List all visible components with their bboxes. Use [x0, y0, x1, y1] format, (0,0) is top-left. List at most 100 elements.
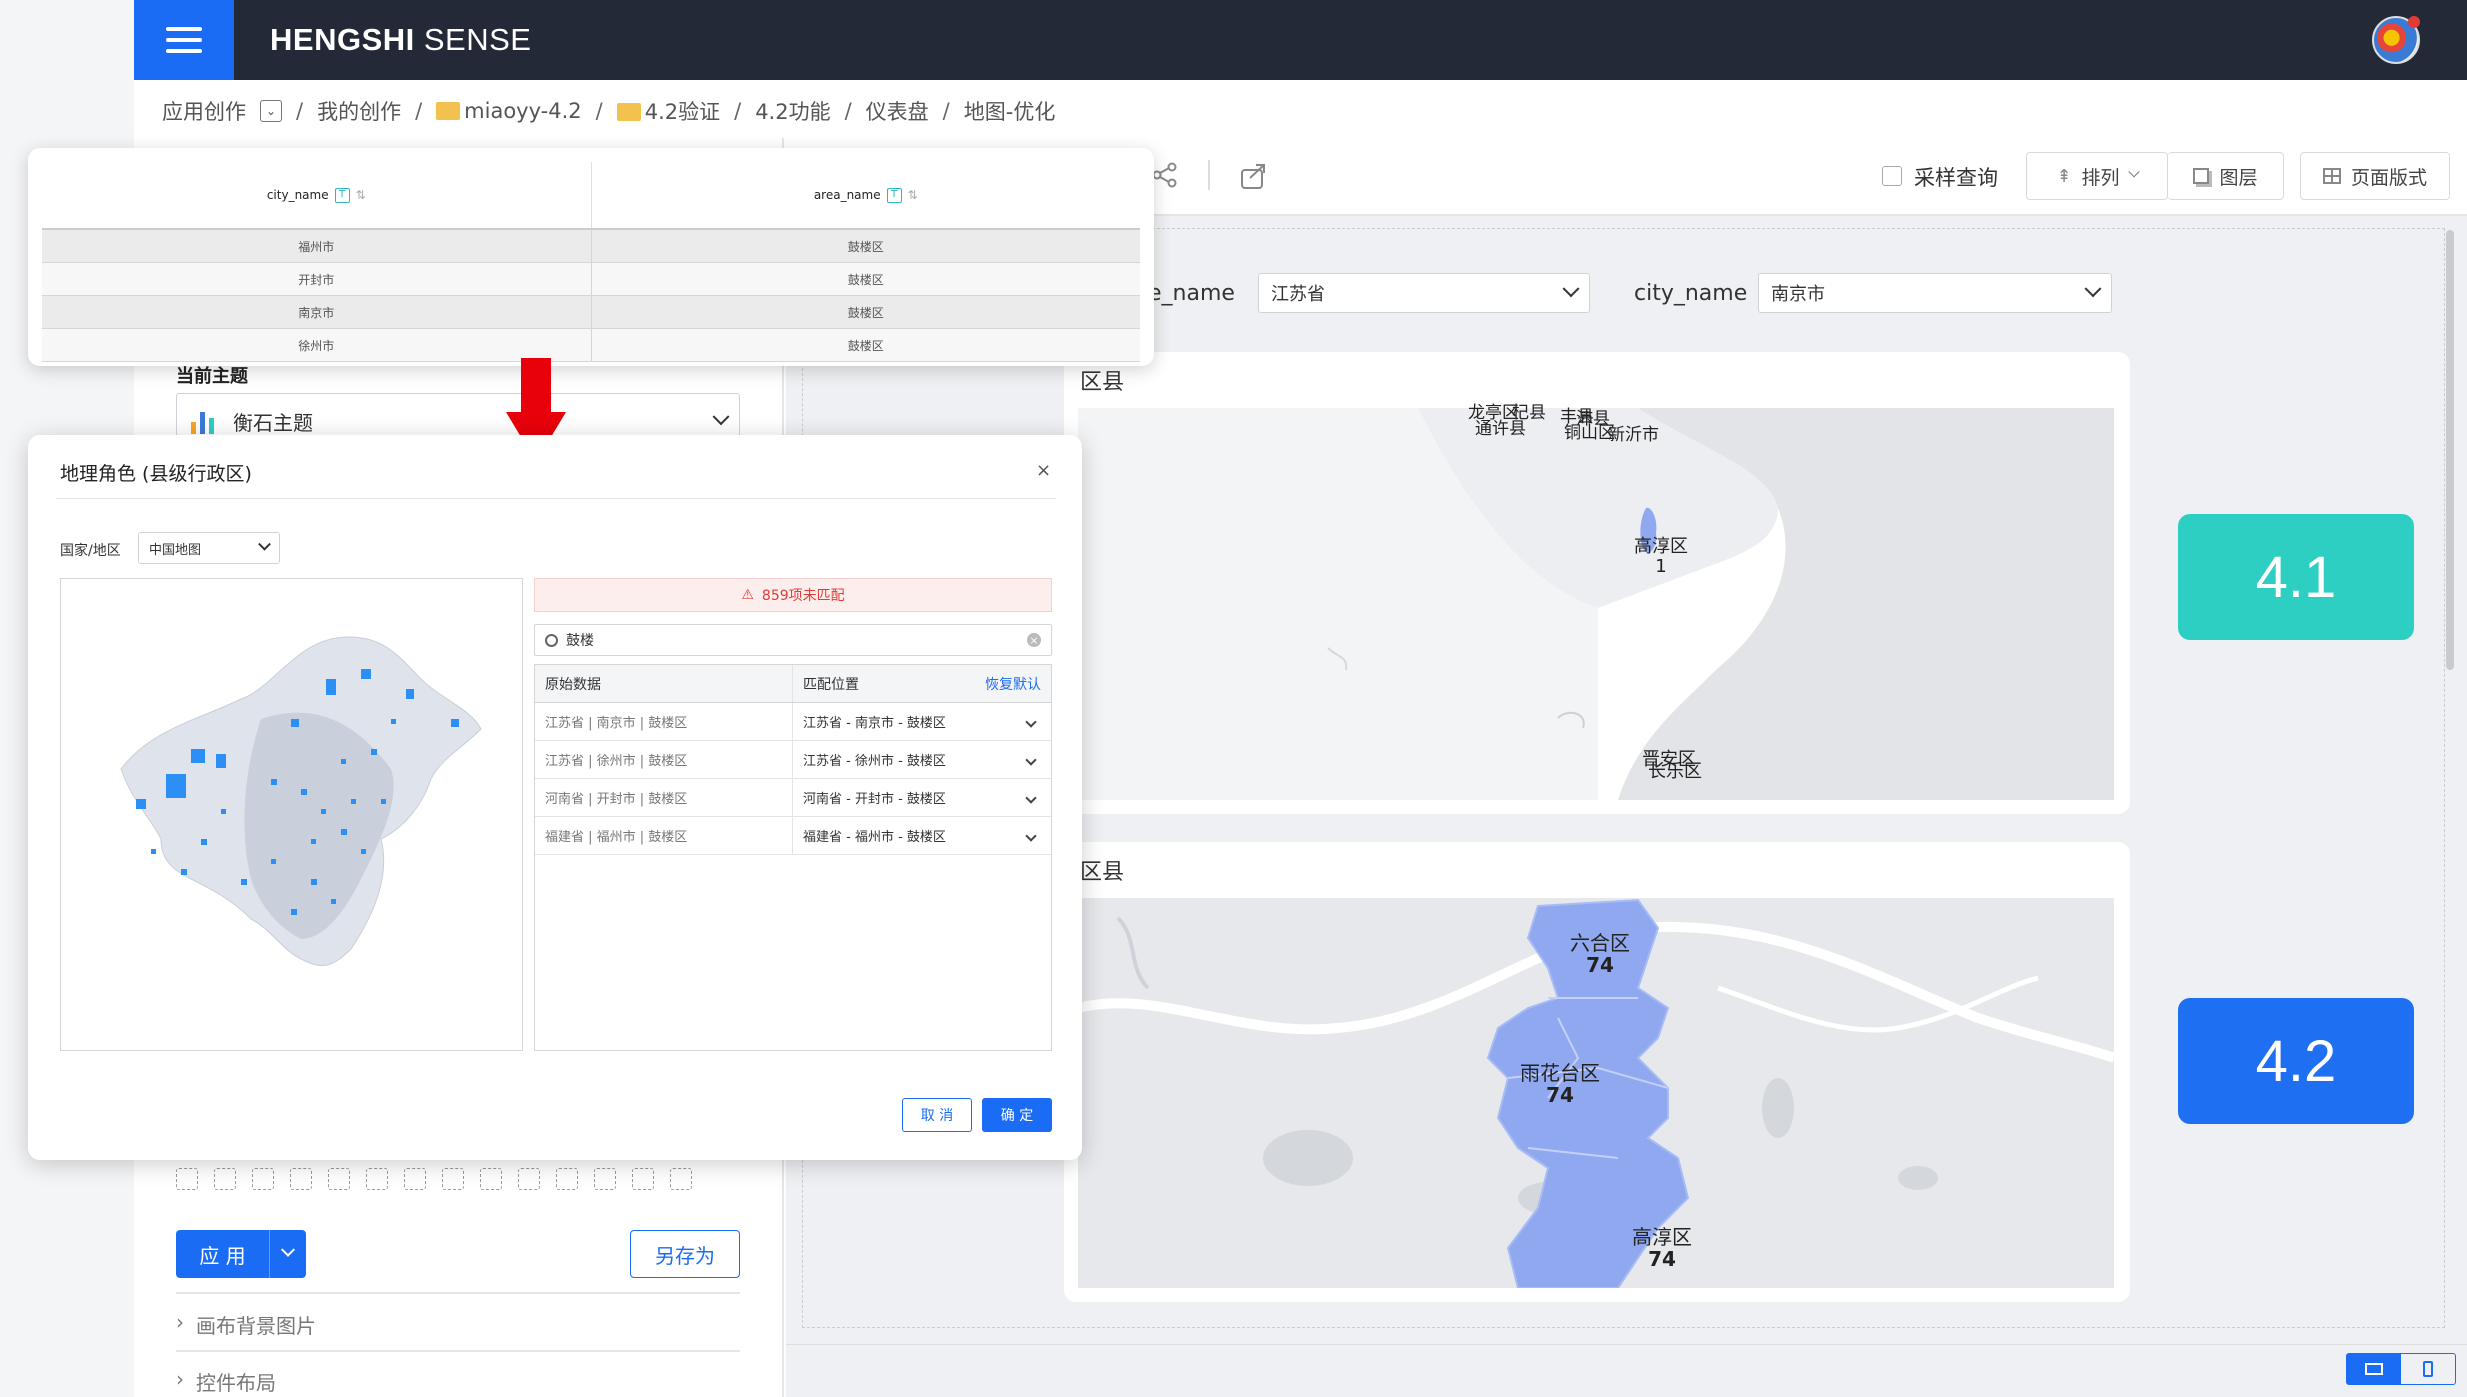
- empty-swatch[interactable]: [480, 1168, 502, 1190]
- breadcrumb-item[interactable]: 4.2功能: [755, 96, 830, 126]
- country-select[interactable]: 中国地图: [138, 532, 280, 564]
- empty-swatch[interactable]: [404, 1168, 426, 1190]
- match-table: 原始数据 匹配位置 恢复默认 江苏省 | 南京市 | 鼓楼区 江苏省 - 南京市 …: [534, 664, 1052, 1051]
- empty-swatch[interactable]: [670, 1168, 692, 1190]
- match-table-header: 原始数据 匹配位置 恢复默认: [535, 665, 1051, 703]
- down-arrow-icon: [521, 358, 551, 414]
- vertical-scrollbar[interactable]: [2446, 230, 2454, 670]
- china-map-svg: [120, 636, 482, 967]
- empty-swatch[interactable]: [290, 1168, 312, 1190]
- page-style-button[interactable]: 页面版式: [2300, 152, 2450, 200]
- desktop-view-button[interactable]: [2347, 1354, 2401, 1384]
- map-label-qixian: 杞县: [1512, 403, 1546, 423]
- folder-icon: [436, 102, 461, 120]
- arrange-button[interactable]: ⇞ 排列: [2026, 152, 2168, 200]
- text-type-icon: T: [886, 187, 902, 203]
- map-label-xinyi: 新沂市: [1608, 425, 1659, 445]
- match-select[interactable]: 江苏省 - 徐州市 - 鼓楼区: [793, 741, 1051, 778]
- confirm-button[interactable]: 确 定: [982, 1098, 1052, 1132]
- map-label-yuhuatai: 雨花台区 74: [1520, 1061, 1600, 1107]
- empty-swatch[interactable]: [594, 1168, 616, 1190]
- notification-dot: [2408, 16, 2420, 28]
- breadcrumb-root[interactable]: 应用创作: [162, 96, 246, 126]
- map-card-title: 区县: [1080, 860, 1125, 885]
- breadcrumb-item[interactable]: 4.2验证: [616, 96, 720, 126]
- table-row: 开封市 鼓楼区: [42, 263, 1140, 296]
- table-row: 徐州市 鼓楼区: [42, 329, 1140, 362]
- chevron-down-icon[interactable]: ⌄: [260, 100, 282, 122]
- folder-icon: [616, 103, 641, 121]
- column-header-match: 匹配位置 恢复默认: [793, 665, 1051, 702]
- breadcrumb-item[interactable]: 仪表盘: [866, 96, 929, 126]
- match-select[interactable]: 福建省 - 福州市 - 鼓楼区: [793, 817, 1051, 854]
- save-as-button[interactable]: 另存为: [630, 1230, 740, 1278]
- chevron-down-icon: [712, 408, 730, 426]
- apply-dropdown[interactable]: [270, 1230, 306, 1278]
- column-header-source: 原始数据: [535, 665, 793, 702]
- column-header-city[interactable]: city_name T ⇅: [42, 162, 592, 228]
- city-filter-label: city_name: [1634, 281, 1748, 306]
- table-row: 江苏省 | 徐州市 | 鼓楼区 江苏省 - 徐州市 - 鼓楼区: [535, 741, 1051, 779]
- empty-swatch[interactable]: [442, 1168, 464, 1190]
- app-brand: HENGSHI SENSE: [270, 22, 532, 57]
- empty-swatch[interactable]: [518, 1168, 540, 1190]
- restore-default-link[interactable]: 恢复默认: [985, 674, 1041, 694]
- cancel-button[interactable]: 取 消: [902, 1098, 972, 1132]
- kpi-card-2[interactable]: 4.2: [2178, 998, 2414, 1124]
- chevron-down-icon: [1562, 280, 1580, 298]
- control-layout-section[interactable]: › 控件布局: [176, 1367, 276, 1396]
- phone-icon: [2423, 1361, 2433, 1377]
- search-input[interactable]: 鼓楼 ×: [534, 624, 1052, 656]
- text-type-icon: T: [334, 187, 350, 203]
- apply-button[interactable]: 应 用: [176, 1230, 270, 1278]
- layers-button[interactable]: 图层: [2168, 152, 2284, 200]
- kpi-card-1[interactable]: 4.1: [2178, 514, 2414, 640]
- layers-icon: [2193, 168, 2210, 184]
- bar-chart-icon: [191, 412, 214, 434]
- empty-swatch[interactable]: [632, 1168, 654, 1190]
- map-label-changle: 长乐区: [1648, 761, 1702, 782]
- canvas-bg-section[interactable]: › 画布背景图片: [176, 1310, 316, 1339]
- theme-value: 衡石主题: [233, 410, 313, 435]
- map-1[interactable]: [1078, 408, 2114, 800]
- hamburger-menu-icon[interactable]: [134, 0, 234, 80]
- search-icon: [545, 633, 558, 647]
- table-row: 河南省 | 开封市 | 鼓楼区 河南省 - 开封市 - 鼓楼区: [535, 779, 1051, 817]
- province-select[interactable]: 江苏省: [1258, 273, 1590, 313]
- chevron-down-icon: [1025, 715, 1037, 728]
- monitor-icon: [2365, 1363, 2383, 1375]
- toolbar-divider: [1208, 160, 1210, 190]
- breadcrumb-item[interactable]: miaoyy-4.2: [436, 99, 582, 123]
- table-row: 福建省 | 福州市 | 鼓楼区 福建省 - 福州市 - 鼓楼区: [535, 817, 1051, 855]
- table-header: city_name T ⇅ area_name T ⇅: [42, 162, 1140, 230]
- column-header-area[interactable]: area_name T ⇅: [592, 162, 1141, 228]
- empty-swatch[interactable]: [556, 1168, 578, 1190]
- sort-icon[interactable]: ⇅: [356, 188, 366, 202]
- bottom-status-bar: [786, 1344, 2467, 1397]
- table-body: 福州市 鼓楼区 开封市 鼓楼区 南京市 鼓楼区 徐州市 鼓楼区: [42, 230, 1140, 362]
- sort-icon[interactable]: ⇅: [908, 188, 918, 202]
- empty-swatch[interactable]: [214, 1168, 236, 1190]
- map-label-luhe: 六合区 74: [1570, 931, 1630, 977]
- breadcrumb-item[interactable]: 我的创作: [317, 96, 401, 126]
- table-row: 福州市 鼓楼区: [42, 230, 1140, 263]
- empty-swatch[interactable]: [252, 1168, 274, 1190]
- empty-swatch[interactable]: [328, 1168, 350, 1190]
- china-map-preview[interactable]: [60, 578, 523, 1051]
- divider: [176, 1350, 740, 1352]
- city-select[interactable]: 南京市: [1758, 273, 2112, 313]
- source-table: city_name T ⇅ area_name T ⇅ 福州市 鼓楼区 开封市 鼓楼区 南京…: [42, 162, 1140, 362]
- mobile-view-button[interactable]: [2401, 1354, 2455, 1384]
- match-select[interactable]: 江苏省 - 南京市 - 鼓楼区: [793, 703, 1051, 740]
- match-select[interactable]: 河南省 - 开封市 - 鼓楼区: [793, 779, 1051, 816]
- clear-icon[interactable]: ×: [1027, 633, 1041, 647]
- empty-swatch[interactable]: [176, 1168, 198, 1190]
- close-icon[interactable]: ×: [1036, 460, 1051, 481]
- share-icon[interactable]: [1152, 162, 1178, 192]
- breadcrumb: 应用创作 ⌄ / 我的创作 / miaoyy-4.2 / 4.2验证 / 4.2…: [162, 96, 1055, 126]
- chevron-down-icon: [1025, 753, 1037, 766]
- sample-query-checkbox[interactable]: [1882, 166, 1902, 186]
- empty-swatch[interactable]: [366, 1168, 388, 1190]
- export-icon[interactable]: [1240, 162, 1268, 194]
- unmatched-alert: ⚠ 859项未匹配: [534, 578, 1052, 612]
